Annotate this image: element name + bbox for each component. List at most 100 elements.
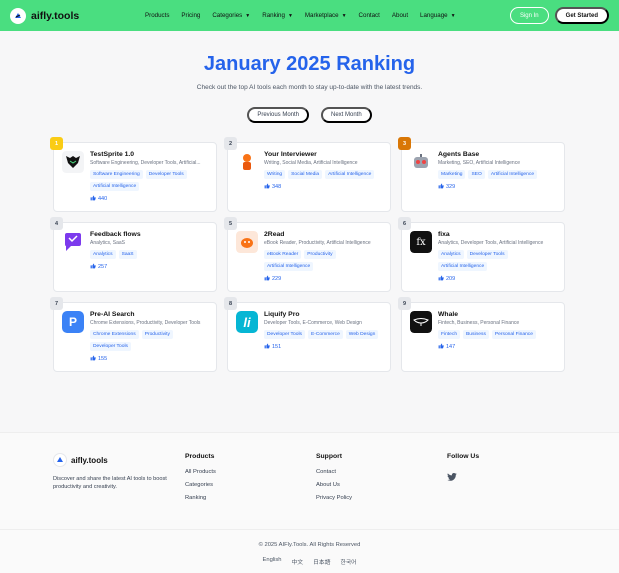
tool-name[interactable]: Feedback flows (90, 231, 210, 238)
tool-name[interactable]: 2Read (264, 231, 384, 238)
tag[interactable]: Writing (264, 170, 286, 179)
tag[interactable]: SEO (468, 170, 485, 179)
next-month-button[interactable]: Next Month (321, 107, 372, 123)
tag[interactable]: Chrome Extensions (90, 330, 139, 339)
nav-item-label: About (391, 12, 409, 19)
tag[interactable]: Artificial Intelligence (325, 170, 375, 179)
thumbs-up-icon (264, 183, 270, 191)
like-button[interactable]: 151 (264, 343, 384, 351)
tag[interactable]: E-Commerce (307, 330, 343, 339)
nav-item-pricing[interactable]: Pricing (181, 12, 200, 19)
tool-body: fixa Analytics, Developer Tools, Artifici… (438, 231, 558, 283)
tag[interactable]: Analytics (438, 250, 464, 259)
tag[interactable]: Fintech (438, 330, 461, 339)
nav-item-label: Products (145, 12, 170, 19)
footer-brand-name: aifly.tools (71, 455, 108, 465)
tool-name[interactable]: Pre-AI Search (90, 311, 210, 318)
like-button[interactable]: 257 (90, 263, 210, 271)
tag[interactable]: Artificial Intelligence (90, 182, 140, 191)
tool-name[interactable]: Agents Base (438, 151, 558, 158)
tool-card[interactable]: 4 Feedback flows Analytics, SaaS Analytics S… (50, 217, 217, 292)
nav-item-contact[interactable]: Contact (359, 12, 380, 19)
footer-logo[interactable]: aifly.tools (53, 453, 173, 467)
footer-products-link[interactable]: All Products (185, 469, 216, 475)
tag-list: Fintech Business Personal Finance (438, 330, 558, 339)
language-link[interactable]: English (262, 557, 281, 566)
rank-badge: 6 (398, 217, 411, 230)
like-count: 348 (272, 184, 282, 190)
tag[interactable]: Artificial Intelligence (438, 262, 488, 271)
tag[interactable]: Web Design (345, 330, 379, 339)
language-link[interactable]: 日本語 (313, 557, 330, 566)
tag[interactable]: Social Media (288, 170, 323, 179)
footer-support-link[interactable]: Contact (316, 469, 352, 475)
tag-list: Chrome Extensions Productivity Developer T… (90, 330, 210, 351)
tag[interactable]: Business (463, 330, 489, 339)
language-link[interactable]: 中文 (292, 557, 304, 566)
like-button[interactable]: 440 (90, 195, 210, 203)
tag[interactable]: Productivity (304, 250, 336, 259)
nav-item-label: Ranking (262, 12, 285, 19)
footer-divider (0, 529, 619, 530)
like-button[interactable]: 209 (438, 275, 558, 283)
nav-item-label: Language (420, 12, 448, 19)
tag[interactable]: SaaS (118, 250, 137, 259)
tool-card[interactable]: 1 TestSprite 1.0 Software Engineering, Dev… (50, 137, 217, 212)
language-link[interactable]: 한국어 (341, 557, 357, 566)
tool-name[interactable]: TestSprite 1.0 (90, 151, 210, 158)
footer-description: Discover and share the latest AI tools t… (53, 476, 167, 490)
tag[interactable]: Developer Tools (90, 342, 131, 351)
rank-badge: 9 (398, 297, 411, 310)
tag-list: Analytics SaaS (90, 250, 210, 259)
like-button[interactable]: 329 (438, 183, 558, 191)
tag-list: Marketing SEO Artificial Intelligence (438, 170, 558, 179)
copyright: © 2025 AIFly.Tools. All Rights Reserved (258, 542, 361, 548)
tool-card[interactable]: 9 Whale Fintech, Business, Personal Financ… (398, 297, 565, 372)
tool-card[interactable]: 6 fx fixa Analytics, Developer Tools, Artif… (398, 217, 565, 292)
tool-card[interactable]: 3 Agents Base Marketing, SEO, Artificial I… (398, 137, 565, 212)
tag[interactable]: Artificial Intelligence (264, 262, 314, 271)
tool-categories: eBook Reader, Productivity, Artificial I… (264, 240, 371, 246)
like-button[interactable]: 155 (90, 355, 210, 363)
previous-month-button[interactable]: Previous Month (247, 107, 309, 123)
like-button[interactable]: 348 (264, 183, 384, 191)
tool-name[interactable]: Whale (438, 311, 558, 318)
nav-item-products[interactable]: Products (145, 12, 169, 19)
tag[interactable]: Developer Tools (145, 170, 187, 179)
tool-card[interactable]: 5 2Read eBook Reader, Productivity, Artifi… (224, 217, 391, 292)
tool-name[interactable]: Your Interviewer (264, 151, 384, 158)
tool-name[interactable]: Liquify Pro (264, 311, 384, 318)
nav-item-categories[interactable]: Categories ▼ (212, 12, 250, 19)
tag[interactable]: Personal Finance (491, 330, 536, 339)
tool-card[interactable]: 2 Your Interviewer Writing, Social Media, … (224, 137, 391, 212)
nav-item-about[interactable]: About (392, 12, 408, 19)
signin-button[interactable]: Sign In (509, 7, 549, 24)
thumbs-up-icon (438, 183, 444, 191)
tool-body: Liquify Pro Developer Tools, E-Commerce, … (264, 311, 384, 351)
auth-buttons: Sign In Get Started (509, 7, 609, 24)
twitter-icon[interactable] (447, 468, 479, 486)
tag[interactable]: Software Engineering (90, 170, 143, 179)
tool-name[interactable]: fixa (438, 231, 558, 238)
brand-logo[interactable]: aifly.tools (10, 7, 79, 24)
tag[interactable]: eBook Reader (264, 250, 302, 259)
tag[interactable]: Developer Tools (264, 330, 305, 339)
tag[interactable]: Marketing (438, 170, 466, 179)
footer-support-link[interactable]: Privacy Policy (316, 495, 352, 501)
get-started-button[interactable]: Get Started (554, 7, 609, 24)
nav-item-ranking[interactable]: Ranking ▼ (262, 12, 293, 19)
tool-card[interactable]: 7 P Pre-AI Search Chrome Extensions, Produc… (50, 297, 217, 372)
tag[interactable]: Productivity (141, 330, 173, 339)
tag[interactable]: Developer Tools (466, 250, 508, 259)
like-button[interactable]: 229 (264, 275, 384, 283)
nav-item-language[interactable]: Language ▼ (420, 12, 455, 19)
footer-support-link[interactable]: About Us (316, 482, 352, 488)
tag[interactable]: Artificial Intelligence (487, 170, 538, 179)
like-button[interactable]: 147 (438, 343, 558, 351)
nav-item-marketplace[interactable]: Marketplace ▼ (305, 12, 347, 19)
tool-card[interactable]: 8 li Liquify Pro Developer Tools, E-Commerc… (224, 297, 391, 372)
tag[interactable]: Analytics (90, 250, 116, 259)
tag-list: Analytics Developer Tools Artificial Intel… (438, 250, 558, 271)
footer-products-link[interactable]: Ranking (185, 495, 216, 501)
footer-products-link[interactable]: Categories (185, 482, 216, 488)
